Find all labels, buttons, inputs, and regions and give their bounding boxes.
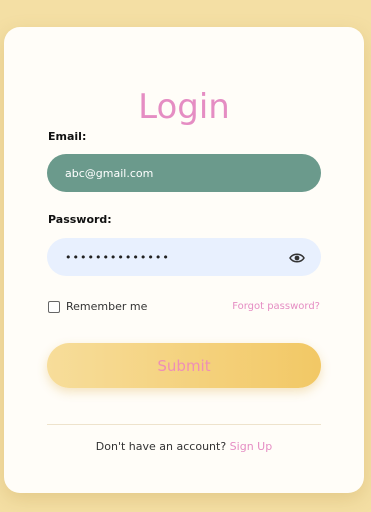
email-field[interactable] [47, 154, 321, 192]
signup-row: Don't have an account? Sign Up [4, 440, 364, 453]
eye-icon[interactable] [289, 250, 305, 264]
signup-link[interactable]: Sign Up [230, 440, 273, 453]
password-label: Password: [48, 213, 112, 226]
forgot-password-link[interactable]: Forgot password? [232, 301, 320, 312]
remember-me-row: Remember me [48, 300, 147, 313]
login-card: Login Email: Password: Remember me Forgo… [4, 27, 364, 493]
remember-me-checkbox[interactable] [48, 300, 60, 313]
email-label: Email: [48, 130, 87, 143]
password-field[interactable] [47, 238, 277, 276]
password-field-wrapper [47, 238, 321, 276]
page-title: Login [138, 87, 230, 127]
submit-button[interactable]: Submit [47, 343, 321, 388]
remember-me-label[interactable]: Remember me [66, 300, 147, 313]
signup-prompt: Don't have an account? [95, 440, 227, 453]
divider [47, 424, 321, 425]
